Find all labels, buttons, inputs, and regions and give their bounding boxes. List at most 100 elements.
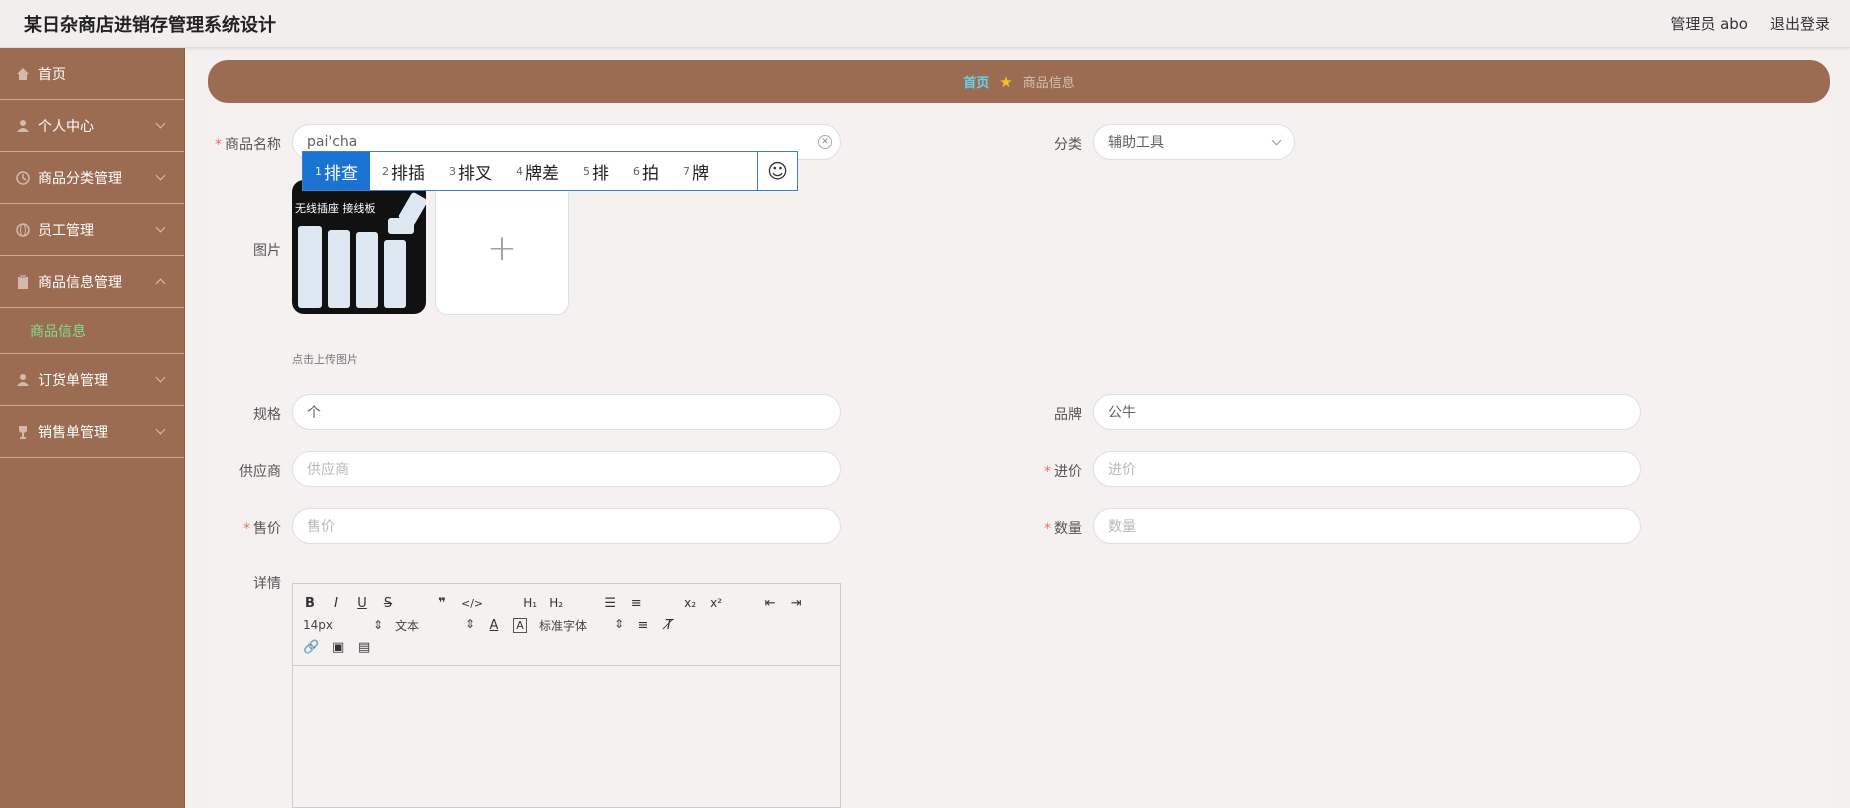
superscript-icon[interactable]: x²	[709, 596, 723, 610]
outdent-icon[interactable]: ⇤	[763, 596, 777, 611]
top-bar: 某日杂商店进销存管理系统设计 管理员 abo 退出登录	[0, 0, 1850, 48]
heading2-icon[interactable]: H₂	[549, 596, 563, 610]
chevron-up-icon	[155, 278, 166, 289]
sidebar-item-label: 首页	[38, 66, 66, 83]
user-icon	[17, 119, 29, 132]
emoji-icon[interactable]: ☺	[757, 152, 797, 190]
price-label: * 售价	[243, 521, 281, 537]
background-color-icon[interactable]: A	[513, 617, 527, 633]
supplier-input[interactable]: 供应商	[292, 451, 841, 487]
ime-candidate[interactable]: 2 排插	[370, 152, 437, 190]
power-strip-graphic	[356, 232, 378, 308]
align-icon[interactable]: ≡	[636, 618, 650, 633]
chevron-down-icon	[155, 424, 166, 435]
clock-icon	[16, 170, 30, 185]
brand-label: 品牌	[1054, 407, 1082, 423]
breadcrumb: 首页 ★ 商品信息	[208, 60, 1830, 103]
chevron-down-icon	[1271, 135, 1282, 146]
subscript-icon[interactable]: x₂	[683, 596, 697, 610]
font-family-select[interactable]: 标准字体 ⇕	[539, 617, 624, 634]
sidebar-item-label: 个人中心	[38, 118, 94, 135]
sidebar-item-staff[interactable]: 员工管理	[0, 204, 184, 256]
category-value: 辅助工具	[1108, 135, 1164, 151]
logout-button[interactable]: 退出登录	[1770, 13, 1830, 34]
editor-toolbar: B I U S ❞ </> H₁ H₂ ☰ ≡ x₂ x² ⇤ ⇥ 14px ⇕ …	[293, 584, 840, 666]
bold-icon[interactable]: B	[303, 596, 317, 611]
sidebar-subitem-goods-info[interactable]: 商品信息	[0, 308, 184, 354]
cost-input[interactable]: 进价	[1093, 451, 1641, 487]
qty-label: * 数量	[1044, 521, 1082, 537]
supplier-placeholder: 供应商	[307, 462, 349, 478]
brand-input[interactable]: 公牛	[1093, 394, 1641, 430]
video-icon[interactable]: ▤	[357, 640, 371, 655]
sidebar-item-label: 订货单管理	[38, 372, 108, 389]
sidebar-item-sales[interactable]: 销售单管理	[0, 406, 184, 458]
chevron-down-icon	[155, 222, 166, 233]
power-strip-graphic	[384, 240, 406, 308]
current-user[interactable]: 管理员 abo	[1670, 13, 1748, 34]
power-strip-graphic	[388, 218, 414, 234]
header-actions: 管理员 abo 退出登录	[1670, 13, 1830, 34]
breadcrumb-home[interactable]: 首页	[963, 72, 989, 91]
user-icon	[17, 373, 29, 386]
qty-input[interactable]: 数量	[1093, 508, 1641, 544]
image-icon[interactable]: ▣	[331, 640, 345, 655]
category-select[interactable]: 辅助工具	[1093, 124, 1295, 160]
font-color-icon[interactable]: A	[487, 618, 501, 633]
goods-name-label: * 商品名称	[215, 137, 281, 153]
blockquote-icon[interactable]: ❞	[435, 596, 449, 611]
editor-content-area[interactable]	[293, 666, 840, 808]
ime-candidate[interactable]: 6拍	[621, 152, 671, 190]
bullet-list-icon[interactable]: ≡	[629, 596, 643, 611]
clear-format-icon[interactable]: T̸	[662, 618, 676, 633]
sidebar-item-home[interactable]: 首页	[0, 48, 184, 100]
power-strip-graphic	[328, 230, 350, 308]
heading1-icon[interactable]: H₁	[523, 596, 537, 610]
italic-icon[interactable]: I	[329, 596, 343, 611]
sidebar-item-label: 销售单管理	[38, 424, 108, 441]
sidebar-item-goods[interactable]: 商品信息管理	[0, 256, 184, 308]
clipboard-icon	[18, 274, 28, 289]
ime-candidate[interactable]: 3 排叉	[437, 152, 504, 190]
strikethrough-icon[interactable]: S	[381, 596, 395, 611]
ime-candidate[interactable]: 4 牌差	[504, 152, 571, 190]
sidebar-item-category[interactable]: 商品分类管理	[0, 152, 184, 204]
sidebar-item-label: 商品分类管理	[38, 170, 122, 187]
sidebar-item-profile[interactable]: 个人中心	[0, 100, 184, 152]
indent-icon[interactable]: ⇥	[789, 596, 803, 611]
spec-input[interactable]: 个	[292, 394, 841, 430]
block-format-select[interactable]: 文本 ⇕	[395, 617, 475, 634]
upload-tip: 点击上传图片	[292, 353, 358, 366]
sidebar: 首页 个人中心 商品分类管理 员工管理 商品信息管理 商品信息 订货单管理 销售…	[0, 48, 185, 808]
required-icon: *	[1044, 521, 1051, 537]
price-input[interactable]: 售价	[292, 508, 841, 544]
ime-candidate[interactable]: 7牌	[671, 152, 721, 190]
sidebar-item-label: 商品信息管理	[38, 274, 122, 291]
ime-candidate[interactable]: 1 排查	[303, 152, 370, 190]
font-size-select[interactable]: 14px ⇕	[303, 618, 383, 632]
ordered-list-icon[interactable]: ☰	[603, 596, 617, 611]
updown-icon: ⇕	[613, 616, 624, 631]
updown-icon: ⇕	[372, 618, 383, 632]
underline-icon[interactable]: U	[355, 596, 369, 611]
image-upload-button[interactable]: +	[435, 181, 569, 315]
rich-text-editor: B I U S ❞ </> H₁ H₂ ☰ ≡ x₂ x² ⇤ ⇥ 14px ⇕ …	[292, 583, 841, 808]
required-icon: *	[1044, 464, 1051, 480]
trophy-icon	[19, 425, 27, 439]
price-placeholder: 售价	[307, 519, 335, 535]
goods-image-thumbnail[interactable]: 无线插座 接线板	[292, 180, 426, 314]
updown-icon: ⇕	[464, 616, 475, 631]
goods-name-value: pai'cha	[307, 134, 358, 150]
sidebar-item-orders[interactable]: 订货单管理	[0, 354, 184, 406]
required-icon: *	[215, 137, 222, 153]
code-icon[interactable]: </>	[461, 597, 483, 610]
globe-icon	[16, 222, 30, 237]
ime-candidate[interactable]: 5排	[571, 152, 621, 190]
clear-icon[interactable]: ✕	[818, 135, 832, 149]
cost-placeholder: 进价	[1108, 462, 1136, 478]
link-icon[interactable]: 🔗	[303, 640, 319, 655]
app-title: 某日杂商店进销存管理系统设计	[24, 15, 276, 36]
star-icon: ★	[999, 72, 1013, 91]
power-strip-graphic	[298, 226, 322, 308]
home-icon	[17, 67, 29, 80]
